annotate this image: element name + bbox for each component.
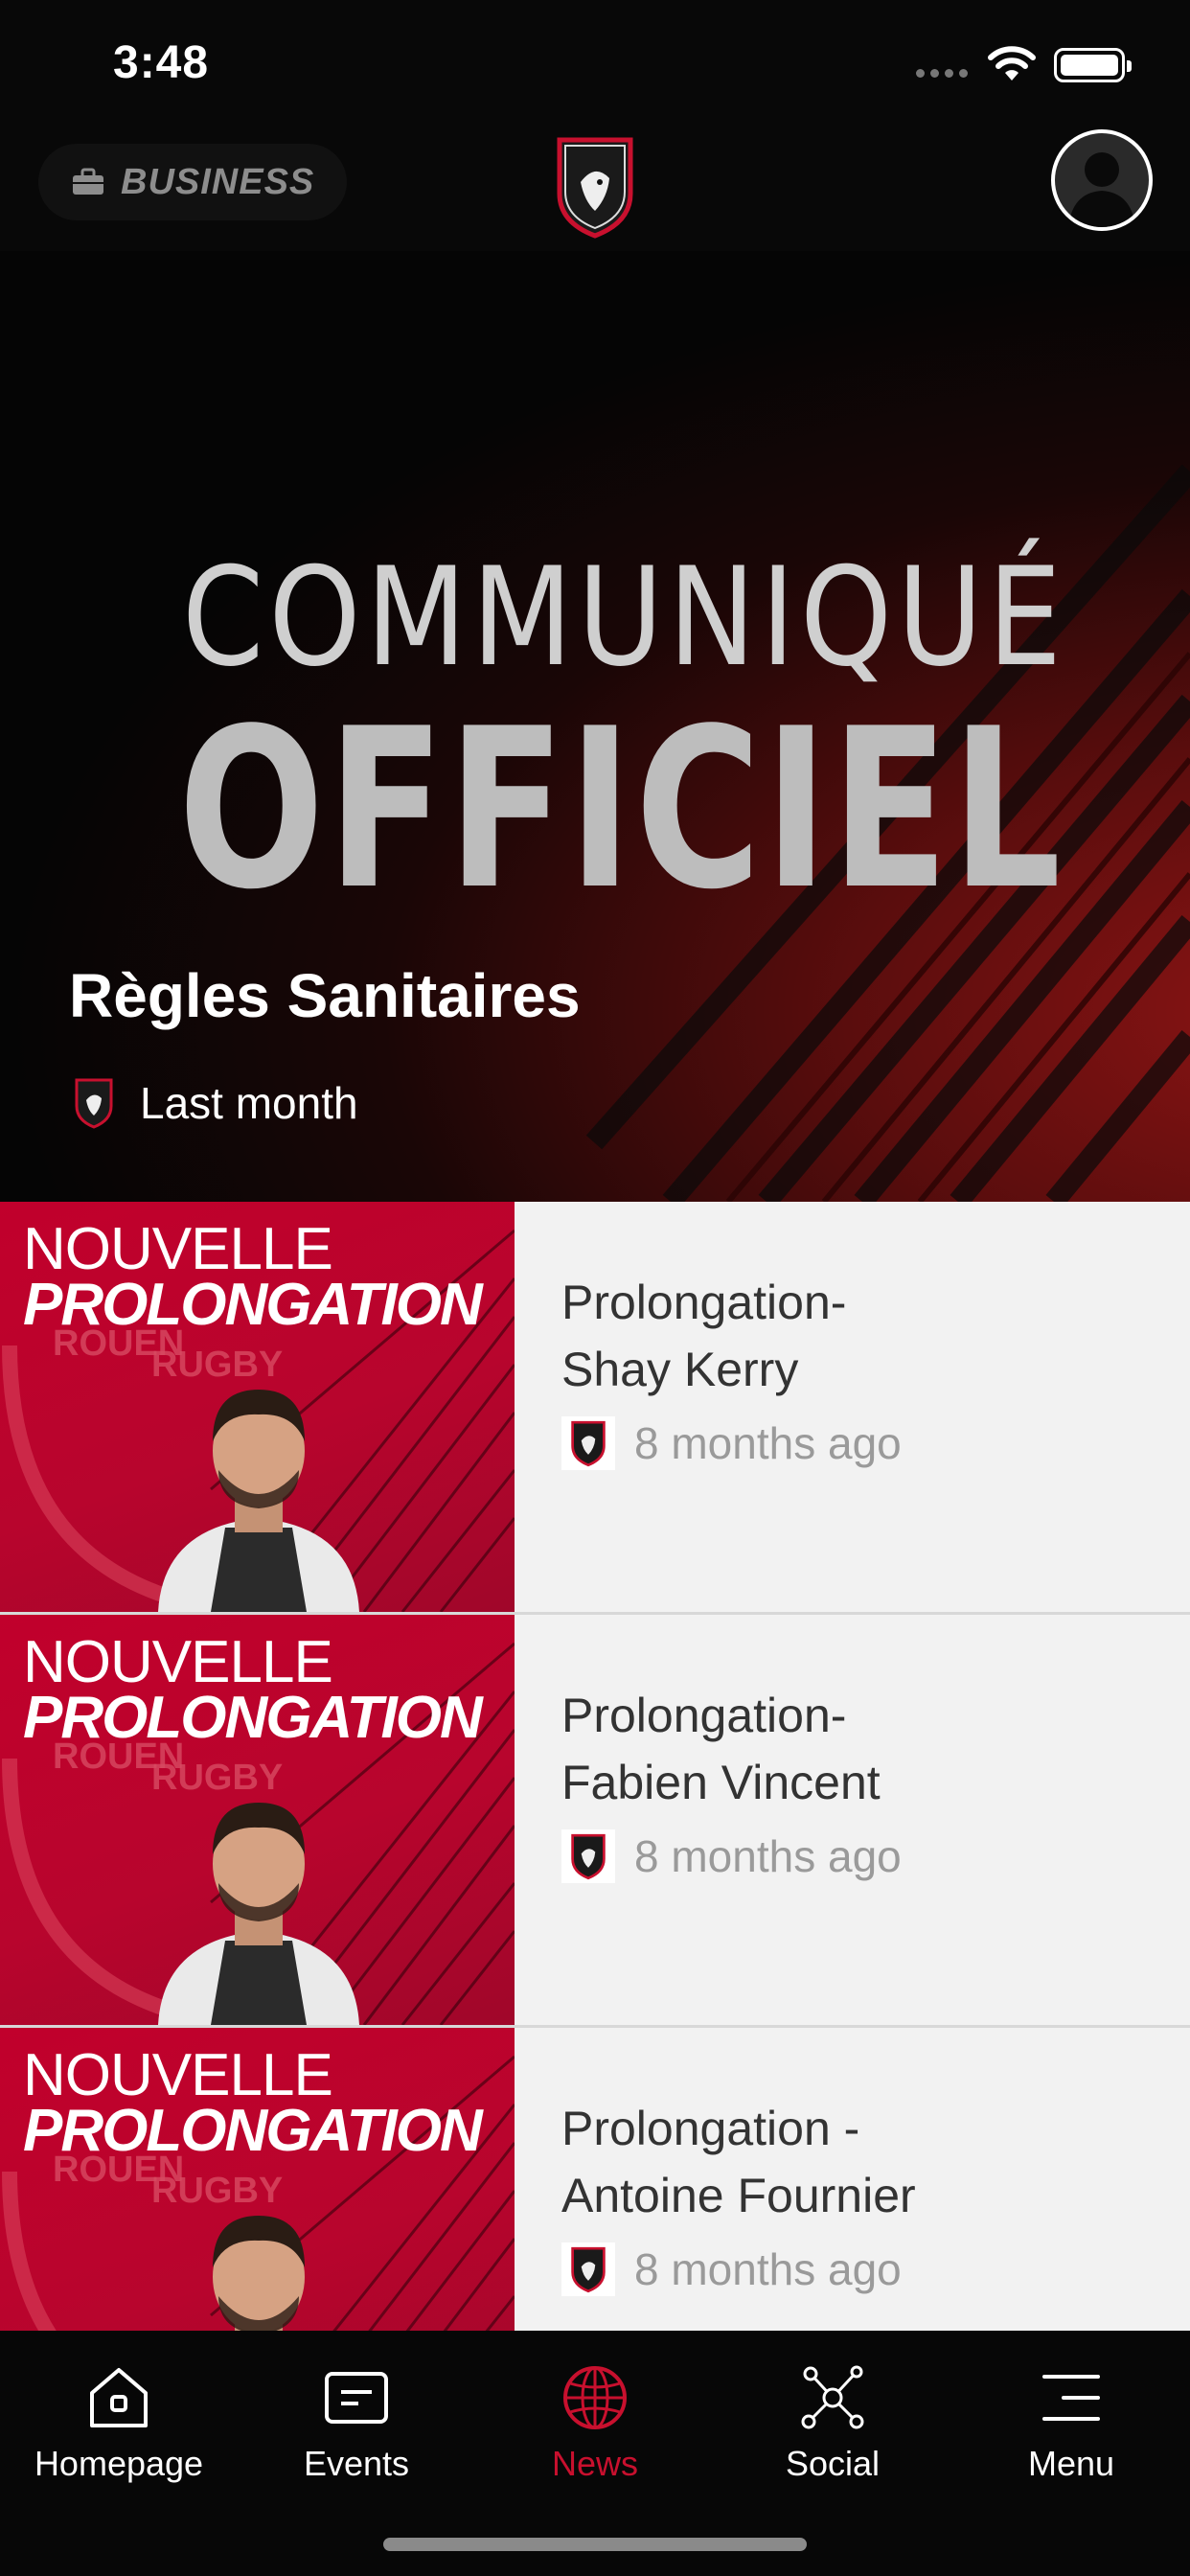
news-time: 8 months ago (634, 1418, 902, 1468)
wifi-icon (988, 46, 1036, 80)
club-logo[interactable] (552, 134, 638, 244)
news-list-item[interactable]: ROUEN RUGBY NOUVELLE PROLONGATION Prolon… (0, 2028, 1190, 2331)
news-list-item[interactable]: ROUEN RUGBY NOUVELLE PROLONGATION Prolon… (0, 1615, 1190, 2028)
player-figure (158, 1390, 359, 1612)
thumbnail-brand-text: RUGBY (151, 1758, 283, 1798)
events-icon (325, 2372, 388, 2424)
tab-homepage[interactable]: Homepage (0, 2359, 238, 2484)
hero-time: Last month (140, 1078, 358, 1128)
hero-banner-line1: COMMUNIQUÉ (182, 539, 1067, 697)
news-list-item[interactable]: ROUEN RUGBY NOUVELLE PROLONGATION Prolon… (0, 1202, 1190, 1615)
club-logo-small-icon (561, 1829, 615, 1883)
club-logo-small-icon (561, 2242, 615, 2296)
thumbnail-headline-line2: PROLONGATION (23, 1685, 483, 1751)
news-meta: 8 months ago (561, 1829, 1156, 1883)
featured-news-card[interactable]: COMMUNIQUÉ OFFICIEL Règles Sanitaires La… (0, 251, 1190, 1202)
battery-icon (1054, 48, 1132, 82)
user-icon (1068, 152, 1135, 227)
tab-news[interactable]: News (476, 2359, 714, 2484)
news-title-line1: Prolongation- (561, 1689, 847, 1742)
business-label: BUSINESS (121, 161, 315, 202)
news-meta: 8 months ago (561, 1416, 1156, 1470)
news-title-line2: Shay Kerry (561, 1343, 799, 1396)
status-time: 3:48 (113, 37, 210, 88)
hero-meta: Last month (73, 1077, 358, 1129)
news-title: Prolongation- Fabien Vincent (561, 1682, 1156, 1816)
news-meta: 8 months ago (561, 2242, 1156, 2296)
news-thumbnail: ROUEN RUGBY NOUVELLE PROLONGATION (0, 2028, 515, 2331)
social-network-icon (801, 2365, 864, 2429)
status-bar: 3:48 (0, 0, 1190, 126)
hero-banner-line2: OFFICIEL (178, 682, 1064, 938)
news-title: Prolongation- Shay Kerry (561, 1269, 1156, 1403)
tab-label: Social (785, 2444, 881, 2483)
tab-label: News (551, 2444, 639, 2483)
news-title-line2: Antoine Fournier (561, 2169, 916, 2222)
news-title-line2: Fabien Vincent (561, 1756, 881, 1809)
app-header: BUSINESS (0, 126, 1190, 251)
news-title-line1: Prolongation- (561, 1276, 847, 1329)
hero-title: Règles Sanitaires (69, 961, 581, 1030)
home-indicator[interactable] (383, 2538, 807, 2551)
tab-events[interactable]: Events (238, 2359, 475, 2484)
profile-avatar[interactable] (1051, 129, 1153, 231)
globe-icon (563, 2366, 627, 2429)
news-list: ROUEN RUGBY NOUVELLE PROLONGATION Prolon… (0, 1202, 1190, 2331)
club-logo-small-icon (75, 1078, 113, 1129)
cellular-signal-icon (916, 69, 968, 78)
menu-icon (1042, 2375, 1100, 2421)
news-title-line1: Prolongation - (561, 2102, 860, 2155)
thumbnail-headline-line2: PROLONGATION (23, 2098, 483, 2164)
news-thumbnail: ROUEN RUGBY NOUVELLE PROLONGATION (0, 1615, 515, 2025)
business-button[interactable]: BUSINESS (38, 144, 348, 220)
news-time: 8 months ago (634, 1831, 902, 1881)
player-figure (158, 1803, 359, 2025)
tab-label: Events (303, 2444, 410, 2483)
home-icon (90, 2368, 148, 2427)
tab-label: Menu (1027, 2444, 1115, 2483)
player-figure (213, 2216, 305, 2331)
briefcase-icon (73, 168, 103, 195)
news-thumbnail: ROUEN RUGBY NOUVELLE PROLONGATION (0, 1202, 515, 1612)
tab-label: Homepage (34, 2444, 204, 2483)
thumbnail-brand-text: RUGBY (151, 1345, 283, 1385)
news-time: 8 months ago (634, 2244, 902, 2294)
news-title: Prolongation - Antoine Fournier (561, 2095, 1156, 2229)
tab-social[interactable]: Social (714, 2359, 951, 2484)
thumbnail-brand-text: RUGBY (151, 2171, 283, 2211)
thumbnail-headline-line2: PROLONGATION (23, 1272, 483, 1338)
tab-menu[interactable]: Menu (952, 2359, 1190, 2484)
club-logo-small-icon (561, 1416, 615, 1470)
